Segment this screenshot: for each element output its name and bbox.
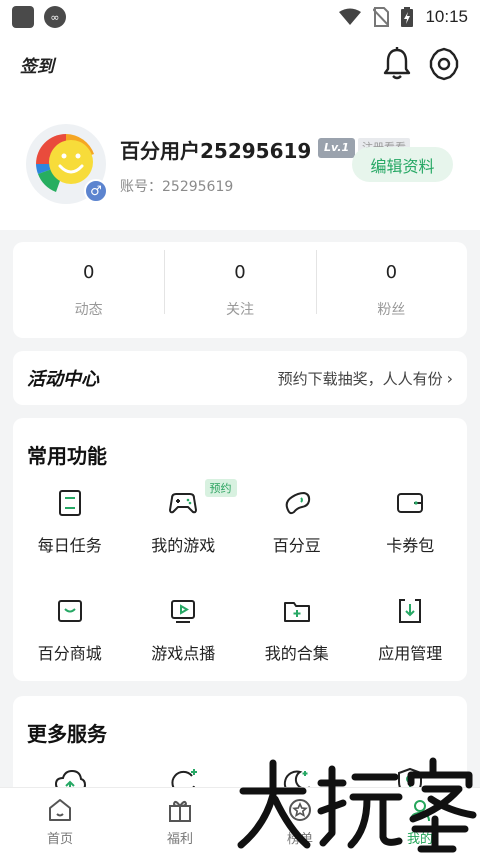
nav-label: 福利 — [166, 832, 193, 847]
battery-icon — [401, 7, 414, 27]
feature-my-collection[interactable]: 我的合集 — [240, 596, 354, 664]
feature-mall[interactable]: 百分商城 — [13, 596, 127, 664]
nav-label: 我的 — [406, 832, 433, 847]
gamepad-icon — [169, 493, 198, 514]
nav-me[interactable]: 我的 — [360, 788, 480, 853]
activity-text: 预约下载抽奖，人人有份 — [277, 369, 443, 388]
bean-icon — [285, 491, 310, 515]
stat-following[interactable]: 0 关注 — [164, 249, 315, 319]
feature-label: 游戏点播 — [151, 644, 216, 663]
account-id: 账号：25295619 — [120, 179, 234, 195]
status-bar: ∞ 10:15 — [0, 0, 480, 34]
chevron-right-icon: › — [446, 368, 453, 388]
bottom-nav: 首页 福利 榜单 我的 — [0, 787, 480, 853]
feature-label: 百分豆 — [272, 536, 321, 555]
wallet-icon — [397, 493, 424, 513]
feature-app-manage[interactable]: 应用管理 — [354, 596, 468, 664]
play-icon — [171, 600, 196, 623]
stat-label: 粉丝 — [377, 301, 406, 318]
stat-value: 0 — [385, 261, 398, 283]
task-icon — [58, 490, 81, 516]
reserve-badge: 预约 — [204, 479, 237, 497]
bell-icon[interactable] — [381, 46, 413, 82]
feature-label: 每日任务 — [37, 536, 102, 555]
feature-game-vod[interactable]: 游戏点播 — [127, 596, 241, 664]
settings-icon[interactable] — [427, 46, 461, 82]
features-card: 常用功能 每日任务 预约 我的游戏 百分豆 卡券包 百分商城 游戏点播 我的合集… — [13, 418, 467, 681]
collection-folder-icon — [283, 602, 310, 622]
nav-rank[interactable]: 榜单 — [240, 788, 360, 853]
feature-label: 卡券包 — [386, 536, 435, 555]
section-title: 常用功能 — [27, 444, 107, 468]
feature-label: 我的游戏 — [151, 536, 216, 555]
gender-male-icon: ♂ — [84, 179, 108, 203]
signin-button[interactable]: 签到 — [20, 52, 54, 77]
nav-welfare[interactable]: 福利 — [120, 788, 240, 853]
feature-my-games[interactable]: 预约 我的游戏 — [127, 479, 241, 556]
stat-label: 动态 — [74, 301, 103, 318]
stat-followers[interactable]: 0 粉丝 — [315, 249, 467, 319]
activity-center-bar[interactable]: 活动中心 预约下载抽奖，人人有份 › — [13, 351, 467, 405]
edit-profile-button[interactable]: 编辑资料 — [352, 147, 453, 182]
feature-label: 百分商城 — [37, 644, 102, 663]
wifi-icon — [339, 8, 362, 25]
activity-title: 活动中心 — [27, 369, 99, 390]
clock: 10:15 — [425, 7, 468, 26]
square-icon — [12, 6, 34, 28]
stat-value: 0 — [234, 261, 246, 283]
stat-value: 0 — [82, 261, 95, 283]
feature-label: 我的合集 — [264, 644, 329, 663]
rank-icon — [289, 799, 311, 821]
profile-header: 签到 ♂ 百分用户25295619 Lv.1 注册看看 编辑资料 账号：2529… — [0, 34, 480, 230]
level-badge: Lv.1 — [318, 138, 356, 158]
stat-posts[interactable]: 0 动态 — [13, 262, 164, 319]
stat-label: 关注 — [225, 301, 254, 318]
nav-label: 榜单 — [286, 832, 313, 847]
section-title: 更多服务 — [27, 722, 107, 746]
feature-beans[interactable]: 百分豆 — [240, 488, 354, 556]
gift-icon — [169, 800, 191, 822]
download-manage-icon — [399, 599, 422, 623]
no-sim-icon — [373, 7, 390, 27]
mall-icon — [57, 600, 82, 622]
nav-label: 首页 — [46, 832, 73, 847]
stats-card: 0 动态 0 关注 0 粉丝 — [13, 242, 467, 338]
feature-label: 应用管理 — [378, 644, 443, 663]
nav-home[interactable]: 首页 — [0, 788, 120, 853]
infinity-icon: ∞ — [44, 6, 66, 28]
feature-daily-tasks[interactable]: 每日任务 — [13, 488, 127, 556]
feature-coupons[interactable]: 卡券包 — [354, 488, 468, 556]
home-icon — [49, 799, 71, 821]
me-icon — [410, 800, 430, 822]
username: 百分用户25295619 — [120, 139, 312, 163]
